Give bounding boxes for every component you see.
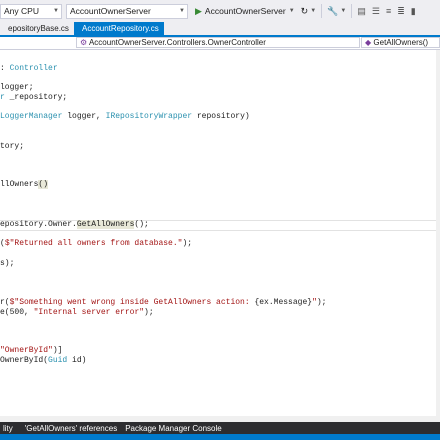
start-debug-label: AccountOwnerServer: [204, 6, 286, 16]
class-icon: ⚙: [80, 38, 88, 47]
refresh-icon: ↻: [300, 5, 309, 16]
main-toolbar: Any CPU ▼ AccountOwnerServer ▼ ▶ Account…: [0, 0, 440, 23]
tab-accessibility[interactable]: lity: [0, 424, 16, 433]
comment-icon: ≡: [385, 5, 392, 16]
code-line: OwnerById(Guid id): [0, 356, 87, 365]
toolbar-separator: [321, 4, 323, 18]
vertical-scrollbar[interactable]: [436, 50, 440, 416]
tab-repository-base[interactable]: epositoryBase.cs: [0, 22, 74, 35]
toolbar-separator: [351, 4, 353, 18]
chevron-down-icon: ▼: [179, 7, 185, 14]
tab-label: epositoryBase.cs: [8, 24, 69, 33]
chevron-down-icon: ▼: [310, 8, 317, 14]
layout-icon: ▤: [357, 5, 366, 16]
code-line: : Controller: [0, 64, 58, 73]
wrench-icon: 🔧: [327, 5, 339, 16]
play-icon: ▶: [195, 5, 202, 16]
bookmark-button[interactable]: ▮: [408, 3, 419, 19]
code-line: e(500, "Internal server error");: [0, 308, 154, 317]
code-line: ($"Returned all owners from database.");: [0, 239, 193, 248]
code-line: s);: [0, 259, 15, 268]
startup-project-dropdown[interactable]: AccountOwnerServer ▼: [66, 3, 188, 19]
method-icon: ◆: [365, 38, 372, 47]
bookmark-icon: ▮: [410, 5, 416, 16]
chevron-down-icon: ▼: [53, 7, 59, 14]
align-button[interactable]: ☰: [369, 3, 383, 19]
start-debug-button[interactable]: ▶ AccountOwnerServer ▼: [192, 3, 298, 19]
type-dropdown-label: AccountOwnerServer.Controllers.OwnerCont…: [88, 38, 266, 47]
member-dropdown[interactable]: ◆ GetAllOwners(): [361, 37, 440, 48]
code-line: logger;: [0, 83, 34, 92]
align-icon: ☰: [371, 5, 380, 16]
refresh-button[interactable]: ↻ ▼: [298, 3, 320, 19]
layout-button[interactable]: ▤: [354, 3, 369, 19]
code-line: epository.Owner.GetAllOwners();: [0, 220, 149, 229]
status-bar: [0, 434, 440, 440]
tools-button[interactable]: 🔧 ▼: [324, 3, 349, 19]
comment-button[interactable]: ≡: [383, 3, 394, 19]
code-line: r _repository;: [0, 93, 68, 102]
code-editor[interactable]: : Controller logger; r _repository; Logg…: [0, 50, 440, 416]
platform-label: Any CPU: [4, 6, 39, 16]
tab-references[interactable]: 'GetAllOwners' references: [22, 424, 120, 433]
navigation-bar: ⚙ AccountOwnerServer.Controllers.OwnerCo…: [0, 37, 440, 50]
chevron-down-icon: ▼: [340, 8, 347, 14]
tab-account-repository[interactable]: AccountRepository.cs: [74, 22, 164, 35]
document-tabs: epositoryBase.cs AccountRepository.cs: [0, 22, 440, 35]
chevron-down-icon: ▼: [288, 8, 295, 14]
platform-dropdown[interactable]: Any CPU ▼: [0, 3, 62, 19]
code-line: r($"Something went wrong inside GetAllOw…: [0, 298, 327, 307]
member-dropdown-label: GetAllOwners(): [373, 38, 429, 47]
code-line: llOwners(): [0, 180, 49, 189]
code-line: "OwnerById")]: [0, 346, 63, 355]
startup-project-label: AccountOwnerServer: [70, 6, 151, 16]
tab-label: AccountRepository.cs: [82, 24, 159, 33]
tab-package-manager-console[interactable]: Package Manager Console: [122, 424, 225, 433]
tool-window-tabs: lity 'GetAllOwners' references Package M…: [0, 422, 440, 434]
uncomment-button[interactable]: ≣: [394, 3, 408, 19]
uncomment-icon: ≣: [397, 5, 405, 16]
type-dropdown[interactable]: ⚙ AccountOwnerServer.Controllers.OwnerCo…: [76, 37, 360, 48]
code-line: tory;: [0, 142, 25, 151]
code-line: LoggerManager logger, IRepositoryWrapper…: [0, 112, 250, 121]
